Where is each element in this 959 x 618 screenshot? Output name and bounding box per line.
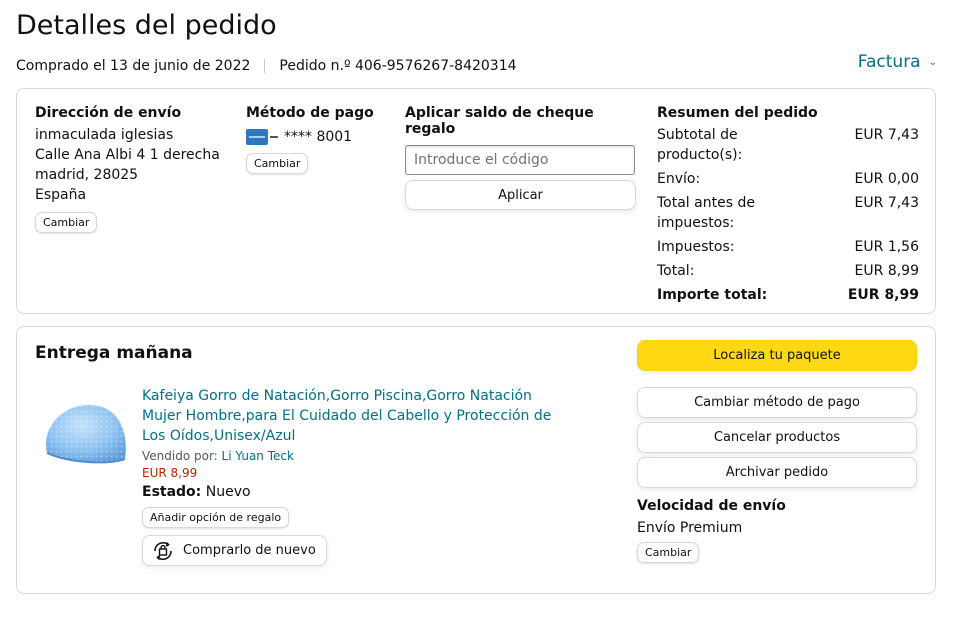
invoice-label: Factura [857,52,921,72]
summary-value: EUR 7,43 [854,127,919,143]
card-dash [270,136,278,138]
gift-card-section: Aplicar saldo de cheque regalo Aplicar [405,105,637,210]
summary-label: Envío: [657,171,701,187]
seller-prefix: Vendido por: [142,449,218,463]
summary-value: EUR 7,43 [854,195,919,211]
summary-row: Impuestos: EUR 1,56 [657,237,919,257]
summary-heading: Resumen del pedido [657,105,818,121]
order-info-panel: Dirección de envío inmaculada iglesias C… [16,88,936,314]
product-info: Kafeiya Gorro de Natación,Gorro Piscina,… [142,386,562,567]
summary-label: Total: [657,263,695,279]
delivery-panel: Entrega mañana Kafeiya Gorro de Natación… [16,326,936,594]
gift-code-input[interactable] [405,145,635,175]
summary-value: EUR 1,56 [854,239,919,255]
address-line: inmaculada iglesias [35,127,174,143]
archive-order-button[interactable]: Archivar pedido [637,457,917,488]
order-meta: Comprado el 13 de junio de 2022 Pedido n… [16,58,517,74]
summary-row: Subtotal de producto(s): EUR 7,43 [657,125,919,165]
change-address-button[interactable]: Cambiar [35,212,98,233]
summary-row: Envío: EUR 0,00 [657,169,919,189]
gift-card-heading: Aplicar saldo de cheque regalo [405,105,594,137]
shipping-speed-value: Envío Premium [637,520,743,536]
address-line: madrid, 28025 [35,167,139,183]
summary-value: EUR 0,00 [854,171,919,187]
buy-again-icon [154,541,172,560]
purchase-date: Comprado el 13 de junio de 2022 [16,58,251,74]
grand-total-row: Importe total: EUR 8,99 [657,285,919,305]
buy-again-label: Comprarlo de nuevo [183,543,316,558]
payment-method-section: Método de pago **** 8001 Cambiar [246,105,386,174]
meta-divider [264,59,266,73]
summary-label: Subtotal de producto(s): [657,127,743,163]
buy-again-button[interactable]: Comprarlo de nuevo [142,535,327,566]
amex-card-icon [246,129,268,145]
chevron-down-icon: ⌄ [928,56,937,68]
apply-gift-button[interactable]: Aplicar [405,180,636,210]
product-status: Estado: Nuevo [142,484,562,500]
summary-label: Total antes de impuestos: [657,195,755,231]
product-image[interactable] [39,399,131,471]
grand-total-label: Importe total: [657,287,768,303]
change-payment-method-button[interactable]: Cambiar método de pago [637,387,917,418]
delivery-title: Entrega mañana [35,343,193,363]
track-package-button[interactable]: Localiza tu paquete [637,340,917,371]
address-line: España [35,187,87,203]
page-title: Detalles del pedido [16,10,277,41]
address-line: Calle Ana Albi 4 1 derecha [35,147,220,163]
product-title-link[interactable]: Kafeiya Gorro de Natación,Gorro Piscina,… [142,386,562,446]
shipping-address-heading: Dirección de envío [35,105,182,121]
add-gift-option-button[interactable]: Añadir opción de regalo [142,507,290,528]
summary-label: Impuestos: [657,239,735,255]
summary-row: Total: EUR 8,99 [657,261,919,281]
seller-info: Vendido por: Li Yuan Teck [142,449,562,463]
status-value: Nuevo [205,484,251,500]
order-number: Pedido n.º 406-9576267-8420314 [279,58,517,74]
order-actions: Localiza tu paquete Cambiar método de pa… [637,340,918,563]
change-payment-button[interactable]: Cambiar [246,153,309,174]
grand-total-value: EUR 8,99 [847,287,919,303]
invoice-dropdown[interactable]: Factura ⌄ [858,52,937,72]
shipping-speed-heading: Velocidad de envío [637,498,786,514]
summary-row: Total antes de impuestos: EUR 7,43 [657,193,919,233]
change-shipping-speed-button[interactable]: Cambiar [637,542,700,563]
summary-value: EUR 8,99 [854,263,919,279]
shipping-address-section: Dirección de envío inmaculada iglesias C… [35,105,235,233]
order-summary-section: Resumen del pedido Subtotal de producto(… [657,105,919,305]
cancel-items-button[interactable]: Cancelar productos [637,422,917,453]
payment-heading: Método de pago [246,105,374,121]
product-price: EUR 8,99 [142,466,198,480]
status-label: Estado: [142,484,202,500]
seller-link[interactable]: Li Yuan Teck [222,449,294,463]
card-number: **** 8001 [284,129,353,145]
